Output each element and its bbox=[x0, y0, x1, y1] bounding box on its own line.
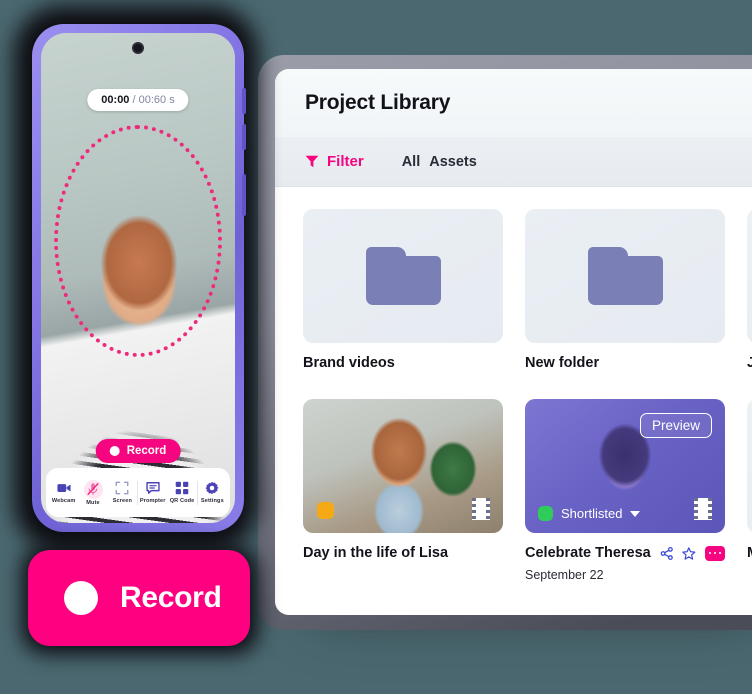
shortlist-label: Shortlisted bbox=[561, 506, 623, 521]
phone-screen: 00:00 / 00:60 s Record Webcam Mute Scree… bbox=[41, 33, 235, 523]
tablet-screen: Project Library Filter All Assets Brand … bbox=[275, 69, 752, 615]
preview-button[interactable]: Preview bbox=[639, 413, 712, 438]
more-options-icon[interactable] bbox=[705, 545, 726, 561]
screenshot-stage: Project Library Filter All Assets Brand … bbox=[0, 0, 752, 694]
face-outline-guide bbox=[54, 125, 222, 357]
phone-tool-label: Prompter bbox=[139, 498, 166, 504]
chevron-down-icon bbox=[630, 510, 641, 517]
page-title: Project Library bbox=[305, 91, 451, 114]
shortlist-dropdown[interactable]: Shortlisted bbox=[538, 506, 641, 521]
phone-tool-webcam[interactable]: Webcam bbox=[49, 481, 78, 504]
card-title: Celebrate Theresa bbox=[525, 545, 651, 561]
screen-share-icon bbox=[115, 481, 129, 495]
tab-assets[interactable]: Assets bbox=[429, 154, 477, 170]
timer-separator: / bbox=[132, 94, 136, 106]
share-icon[interactable] bbox=[660, 546, 674, 561]
phone-tool-label: QR Code bbox=[169, 498, 195, 504]
webcam-icon bbox=[57, 484, 71, 492]
recording-timer: 00:00 / 00:60 s bbox=[87, 89, 189, 111]
app-header: Project Library bbox=[275, 69, 752, 137]
cta-record-button[interactable]: Record bbox=[28, 550, 250, 646]
star-icon[interactable] bbox=[682, 546, 696, 561]
status-badge bbox=[317, 502, 334, 519]
phone-tool-screen[interactable]: Screen bbox=[108, 481, 137, 504]
folder-thumbnail bbox=[525, 209, 725, 343]
phone-record-label: Record bbox=[126, 445, 167, 457]
front-camera-icon bbox=[132, 42, 144, 54]
phone-control-bar: Webcam Mute Screen Prompter QR Code Sett… bbox=[46, 468, 230, 517]
phone-tool-label: Screen bbox=[112, 498, 132, 504]
cta-record-label: Record bbox=[120, 581, 222, 614]
record-dot-icon bbox=[64, 581, 98, 615]
mute-active-ring bbox=[83, 479, 103, 499]
phone-tool-label: Mute bbox=[86, 499, 100, 506]
tab-group: All Assets bbox=[402, 154, 477, 170]
folder-thumbnail bbox=[303, 209, 503, 343]
status-dot-icon bbox=[538, 506, 553, 521]
phone-tool-prompter[interactable]: Prompter bbox=[138, 481, 167, 504]
qr-code-icon bbox=[175, 481, 189, 495]
video-thumbnail bbox=[303, 399, 503, 533]
tab-all[interactable]: All bbox=[402, 154, 421, 170]
phone-tool-settings[interactable]: Settings bbox=[198, 481, 227, 504]
microphone-muted-icon bbox=[87, 482, 99, 496]
gear-icon bbox=[206, 481, 219, 495]
folder-icon bbox=[587, 247, 663, 305]
record-dot-icon bbox=[109, 446, 120, 456]
folder-thumbnail bbox=[747, 209, 752, 343]
folder-icon bbox=[365, 247, 441, 305]
phone-side-button-volume-down[interactable] bbox=[242, 124, 246, 150]
film-strip-icon bbox=[694, 498, 712, 520]
phone-tool-mute[interactable]: Mute bbox=[78, 479, 107, 506]
card-title-row: Celebrate Theresa bbox=[525, 545, 726, 561]
video-thumbnail: Preview Shortlisted bbox=[525, 399, 725, 533]
library-toolbar: Filter All Assets bbox=[275, 137, 752, 187]
funnel-icon bbox=[305, 155, 319, 168]
video-card-lisa[interactable]: Day in the life of Lisa bbox=[303, 399, 503, 582]
card-title: New folder bbox=[525, 355, 600, 371]
card-title: Brand videos bbox=[303, 355, 395, 371]
phone-record-button[interactable]: Record bbox=[95, 439, 181, 463]
video-card-me-partial[interactable]: Me bbox=[747, 399, 752, 582]
card-title: Day in the life of Lisa bbox=[303, 545, 449, 561]
library-grid: Brand videos New folder Job bbox=[275, 187, 752, 615]
timer-current: 00:00 bbox=[101, 94, 130, 106]
card-date: September 22 bbox=[525, 568, 604, 582]
film-strip-icon bbox=[472, 498, 490, 520]
timer-total: 00:60 s bbox=[138, 94, 175, 106]
card-title: Me bbox=[747, 545, 752, 561]
phone-tool-qr-code[interactable]: QR Code bbox=[167, 481, 196, 504]
folder-card-job-partial[interactable]: Job bbox=[747, 209, 752, 371]
video-thumbnail bbox=[747, 399, 752, 533]
teleprompter-icon bbox=[146, 482, 160, 494]
card-title: Job bbox=[747, 355, 752, 371]
folder-card-brand-videos[interactable]: Brand videos bbox=[303, 209, 503, 371]
phone-side-button-power[interactable] bbox=[242, 174, 246, 216]
grid-row-videos: Day in the life of Lisa Preview Shortlis… bbox=[303, 399, 752, 582]
phone-side-button-volume-up[interactable] bbox=[242, 88, 246, 114]
phone-tool-label: Settings bbox=[200, 498, 224, 504]
filter-label: Filter bbox=[327, 153, 364, 170]
folder-card-new-folder[interactable]: New folder bbox=[525, 209, 725, 371]
filter-button[interactable]: Filter bbox=[305, 153, 364, 170]
phone-tool-label: Webcam bbox=[51, 498, 76, 504]
video-card-theresa[interactable]: Preview Shortlisted Celebrate Theresa Se… bbox=[525, 399, 726, 582]
grid-row-folders: Brand videos New folder Job bbox=[303, 209, 752, 371]
